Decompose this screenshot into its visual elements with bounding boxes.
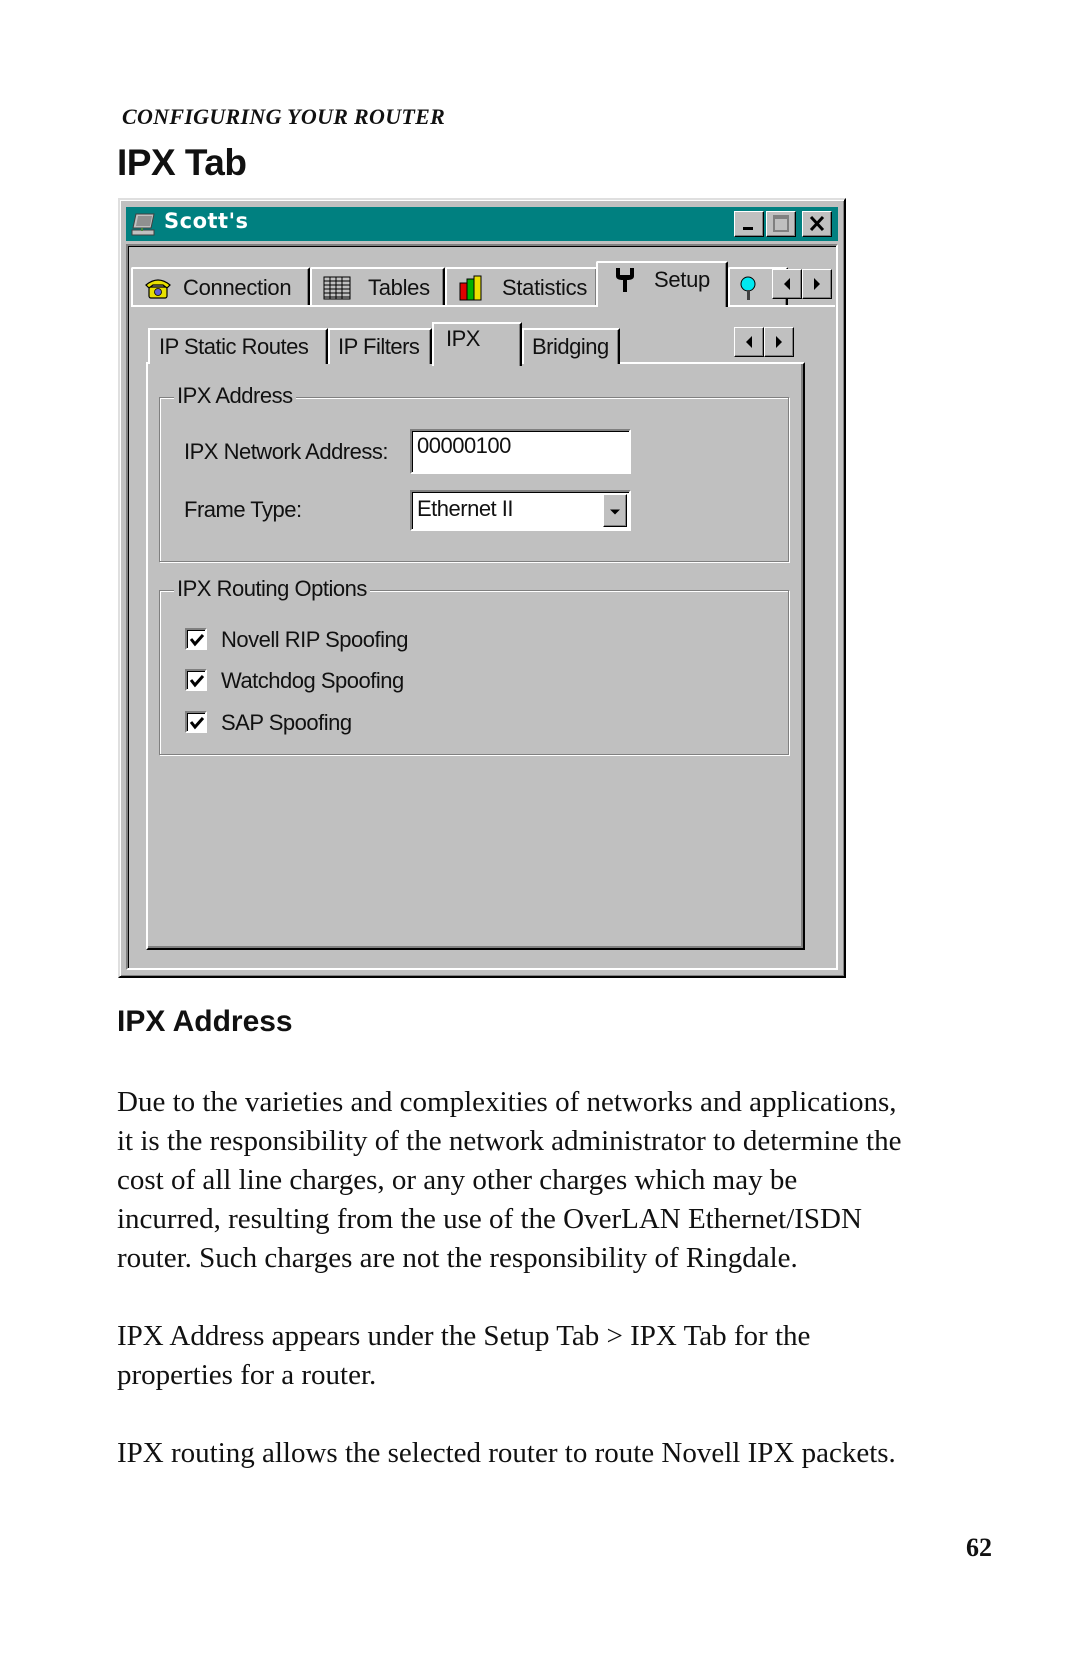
group-legend: IPX Address xyxy=(174,383,296,409)
checkmark-icon xyxy=(189,717,205,730)
subtab-ipx[interactable]: IPX xyxy=(432,322,522,366)
chevron-down-icon xyxy=(610,509,620,514)
tab-label: Statistics xyxy=(502,275,588,300)
tab-connection[interactable]: Connection xyxy=(131,267,310,305)
sub-tabs-scroll-right-button[interactable] xyxy=(764,327,794,357)
ipx-address-group: IPX Address xyxy=(159,383,789,562)
maximize-button[interactable] xyxy=(766,211,796,237)
tab-setup[interactable]: Setup xyxy=(596,261,728,307)
tab-label: Setup xyxy=(654,267,710,292)
frame-type-dropdown-button[interactable] xyxy=(603,494,627,527)
checkmark-icon xyxy=(189,675,205,688)
wrench-icon xyxy=(616,268,634,292)
checkbox-label: Novell RIP Spoofing xyxy=(221,627,409,652)
arrow-right-icon xyxy=(776,336,782,348)
subtab-ip-filters[interactable]: IP Filters xyxy=(328,328,432,364)
tab-statistics[interactable]: Statistics xyxy=(445,267,598,305)
paragraph-line: IPX routing allows the selected router t… xyxy=(117,1437,896,1469)
subtab-label: IP Static Routes xyxy=(159,334,309,359)
paragraph-line: Due to the varieties and complexities of… xyxy=(117,1086,897,1118)
subtab-ip-static-routes[interactable]: IP Static Routes xyxy=(148,328,328,364)
network-address-label: IPX Network Address: xyxy=(184,439,388,464)
subtab-label: IP Filters xyxy=(338,334,420,359)
subsection-title: IPX Address xyxy=(117,1005,293,1038)
checkmark-icon xyxy=(189,634,205,647)
minimize-button[interactable] xyxy=(734,211,764,237)
close-button[interactable] xyxy=(802,211,832,237)
running-header: CONFIGURING YOUR ROUTER xyxy=(122,104,446,129)
paragraph-line: properties for a router. xyxy=(117,1359,377,1391)
paragraph-disclaimer: Due to the varieties and complexities of… xyxy=(117,1083,1017,1278)
subtab-label: Bridging xyxy=(532,334,609,359)
maximize-icon xyxy=(773,215,789,232)
frame-type-label: Frame Type: xyxy=(184,497,302,522)
minimize-icon xyxy=(743,227,753,230)
tab-tables[interactable]: Tables xyxy=(310,267,445,305)
tab-label: Tables xyxy=(368,275,430,300)
table-grid-icon xyxy=(323,276,351,300)
main-tab-baseline xyxy=(131,305,835,307)
page-number: 62 xyxy=(966,1533,992,1562)
sap-spoofing-checkbox[interactable] xyxy=(185,711,207,733)
main-tabs-scroll-left-button[interactable] xyxy=(772,269,802,299)
computer-icon xyxy=(131,213,155,236)
subtab-bridging[interactable]: Bridging xyxy=(522,328,620,364)
subtab-label: IPX xyxy=(446,326,480,351)
window-title: Scott's xyxy=(164,209,249,233)
arrow-right-icon xyxy=(814,278,820,290)
close-icon xyxy=(809,215,825,232)
checkbox-label: SAP Spoofing xyxy=(221,710,352,735)
paragraph-line: it is the responsibility of the network … xyxy=(117,1125,902,1157)
section-title: IPX Tab xyxy=(117,142,247,183)
paragraph-line: router. Such charges are not the respons… xyxy=(117,1242,798,1274)
novell-rip-spoofing-checkbox[interactable] xyxy=(185,628,207,650)
sub-tabs-scroll-left-button[interactable] xyxy=(734,327,764,357)
group-legend: IPX Routing Options xyxy=(174,576,370,602)
paragraph-routing: IPX routing allows the selected router t… xyxy=(117,1434,1017,1473)
bar-chart-icon xyxy=(459,275,482,301)
paragraph-line: incurred, resulting from the use of the … xyxy=(117,1203,862,1235)
pushpin-icon xyxy=(740,276,756,300)
frame-type-value: Ethernet II xyxy=(417,496,514,521)
frame-type-select[interactable]: Ethernet II xyxy=(410,490,631,531)
checkbox-label: Watchdog Spoofing xyxy=(221,668,404,693)
tab-label: Connection xyxy=(183,275,292,300)
main-tabs-scroll-right-button[interactable] xyxy=(802,269,832,299)
watchdog-spoofing-checkbox[interactable] xyxy=(185,669,207,691)
title-bar[interactable]: Scott's xyxy=(126,207,838,241)
arrow-left-icon xyxy=(784,278,790,290)
telephone-icon xyxy=(145,279,171,299)
paragraph-line: IPX Address appears under the Setup Tab … xyxy=(117,1320,811,1352)
ipx-network-address-input[interactable]: 00000100 xyxy=(410,429,631,474)
arrow-left-icon xyxy=(746,336,752,348)
paragraph-line: cost of all line charges, or any other c… xyxy=(117,1164,798,1196)
paragraph-location: IPX Address appears under the Setup Tab … xyxy=(117,1317,1017,1395)
